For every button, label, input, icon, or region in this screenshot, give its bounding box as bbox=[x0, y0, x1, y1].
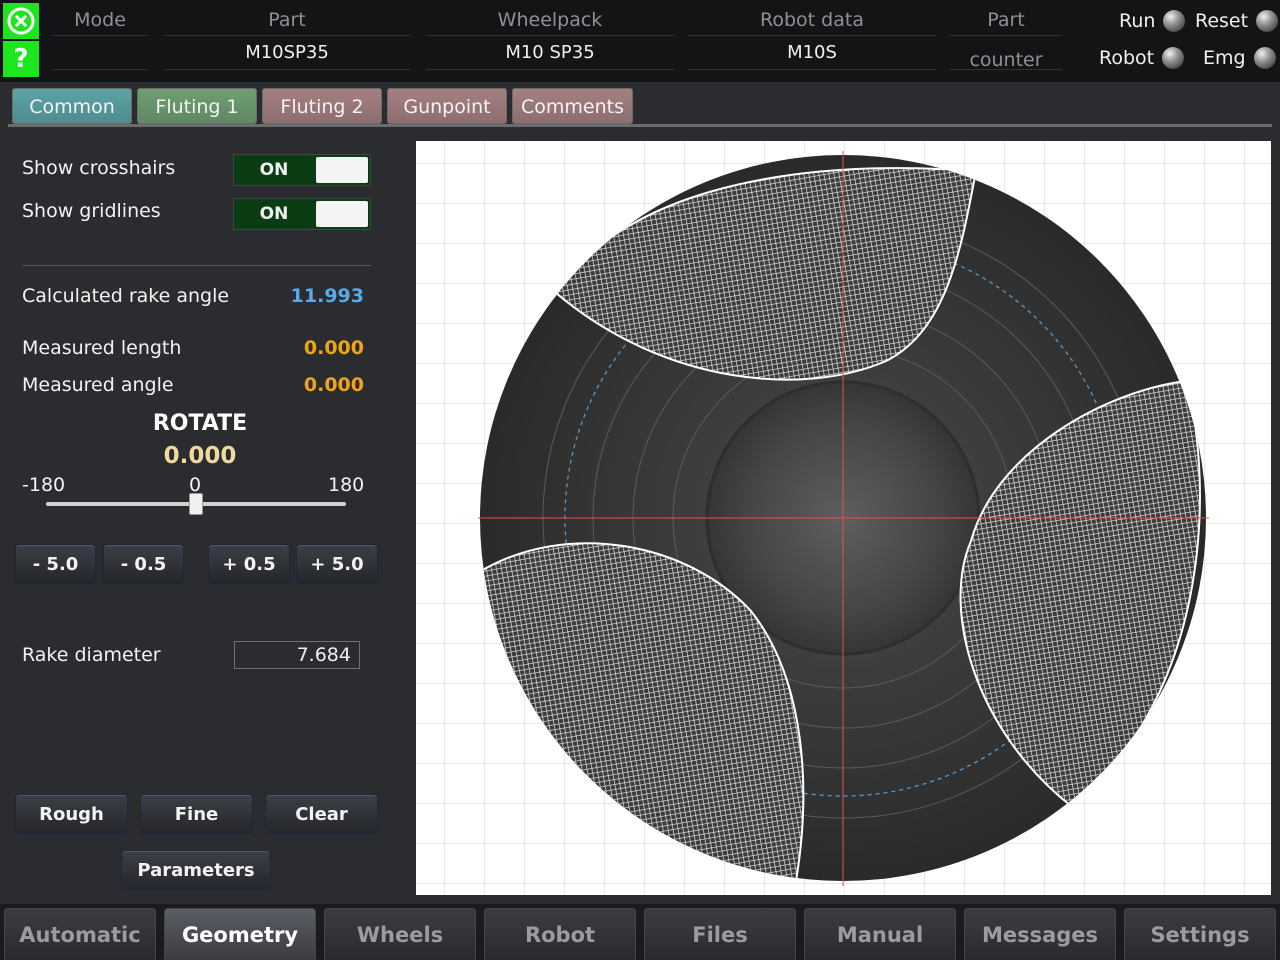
bottom-nav: Automatic Geometry Wheels Robot Files Ma… bbox=[0, 904, 1280, 960]
run-indicator: Run bbox=[1119, 10, 1186, 32]
rotate-slider-thumb[interactable] bbox=[189, 493, 203, 515]
rotate-value: 0.000 bbox=[163, 443, 237, 469]
measured-length-label: Measured length bbox=[22, 337, 182, 359]
slider-max-label: 180 bbox=[328, 474, 365, 496]
header-wheelpack: Wheelpack M10 SP35 bbox=[426, 0, 674, 70]
reset-label: Reset bbox=[1195, 10, 1249, 32]
tab-divider bbox=[8, 124, 1272, 127]
nav-automatic[interactable]: Automatic bbox=[4, 908, 156, 960]
nav-settings[interactable]: Settings bbox=[1124, 908, 1276, 960]
gridlines-toggle-state: ON bbox=[259, 204, 289, 224]
gridlines-toggle-knob bbox=[316, 201, 368, 227]
show-crosshairs-label: Show crosshairs bbox=[22, 157, 176, 179]
run-label: Run bbox=[1119, 10, 1156, 32]
crosshairs-toggle-state: ON bbox=[259, 160, 289, 180]
reset-indicator[interactable]: Reset bbox=[1195, 10, 1279, 32]
nav-wheels[interactable]: Wheels bbox=[324, 908, 476, 960]
parameters-button[interactable]: Parameters bbox=[121, 850, 271, 890]
wheelpack-label: Wheelpack bbox=[426, 0, 674, 36]
rotate-plus-05-button[interactable]: + 0.5 bbox=[208, 544, 290, 584]
tab-common[interactable]: Common bbox=[12, 88, 132, 124]
robot-led-icon bbox=[1162, 47, 1185, 69]
crosshairs-toggle-knob bbox=[316, 157, 368, 183]
gridlines-toggle[interactable]: ON bbox=[233, 198, 371, 230]
mode-value bbox=[52, 36, 148, 70]
robot-data-value: M10S bbox=[688, 36, 936, 70]
help-button[interactable]: ? bbox=[3, 41, 39, 77]
mode-label: Mode bbox=[52, 0, 148, 36]
part-counter-label: Part counter bbox=[950, 0, 1062, 71]
run-led-icon bbox=[1163, 10, 1186, 32]
robot-label: Robot bbox=[1099, 47, 1155, 69]
nav-files[interactable]: Files bbox=[644, 908, 796, 960]
tab-fluting-2[interactable]: Fluting 2 bbox=[262, 88, 382, 124]
rough-button[interactable]: Rough bbox=[15, 794, 128, 834]
geometry-view[interactable] bbox=[416, 141, 1271, 895]
sub-tab-bar: Common Fluting 1 Fluting 2 Gunpoint Comm… bbox=[0, 82, 1280, 130]
tab-fluting-1[interactable]: Fluting 1 bbox=[137, 88, 257, 124]
slider-min-label: -180 bbox=[22, 474, 66, 496]
clear-button[interactable]: Clear bbox=[265, 794, 378, 834]
measured-angle-value: 0.000 bbox=[303, 374, 364, 396]
rake-diameter-field[interactable]: 7.684 bbox=[234, 641, 360, 669]
rotate-minus-5-button[interactable]: - 5.0 bbox=[15, 544, 96, 584]
emg-led-icon bbox=[1253, 47, 1276, 69]
part-label: Part bbox=[164, 0, 410, 36]
header-bar: ? Mode Part M10SP35 Wheelpack M10 SP35 R… bbox=[0, 0, 1280, 82]
rotate-title: ROTATE bbox=[152, 411, 248, 436]
fine-button[interactable]: Fine bbox=[140, 794, 253, 834]
robot-indicator: Robot bbox=[1099, 47, 1185, 69]
nav-robot[interactable]: Robot bbox=[484, 908, 636, 960]
tab-gunpoint[interactable]: Gunpoint bbox=[387, 88, 507, 124]
close-icon-svg bbox=[7, 7, 35, 35]
wheelpack-value: M10 SP35 bbox=[426, 36, 674, 70]
crosshairs-toggle[interactable]: ON bbox=[233, 154, 371, 186]
emg-indicator: Emg bbox=[1203, 47, 1276, 69]
panel-divider bbox=[22, 265, 371, 266]
geometry-svg bbox=[416, 141, 1271, 895]
part-value: M10SP35 bbox=[164, 36, 410, 70]
nav-manual[interactable]: Manual bbox=[804, 908, 956, 960]
reset-led-icon bbox=[1256, 10, 1279, 32]
calc-rake-label: Calculated rake angle bbox=[22, 285, 230, 307]
rotate-plus-5-button[interactable]: + 5.0 bbox=[296, 544, 378, 584]
show-gridlines-label: Show gridlines bbox=[22, 200, 161, 222]
nav-geometry[interactable]: Geometry bbox=[164, 908, 316, 960]
nav-messages[interactable]: Messages bbox=[964, 908, 1116, 960]
emg-label: Emg bbox=[1203, 47, 1246, 69]
close-circle-icon[interactable] bbox=[3, 3, 39, 39]
robot-data-label: Robot data bbox=[688, 0, 936, 36]
calc-rake-value: 11.993 bbox=[290, 285, 364, 307]
header-mode: Mode bbox=[52, 0, 148, 70]
header-part-counter: Part counter bbox=[950, 0, 1062, 71]
measured-length-value: 0.000 bbox=[303, 337, 364, 359]
measured-angle-label: Measured angle bbox=[22, 374, 174, 396]
tab-comments[interactable]: Comments bbox=[512, 88, 633, 124]
rotate-minus-05-button[interactable]: - 0.5 bbox=[103, 544, 184, 584]
header-part: Part M10SP35 bbox=[164, 0, 410, 70]
header-robot-data: Robot data M10S bbox=[688, 0, 936, 70]
rake-diameter-label: Rake diameter bbox=[22, 644, 161, 666]
